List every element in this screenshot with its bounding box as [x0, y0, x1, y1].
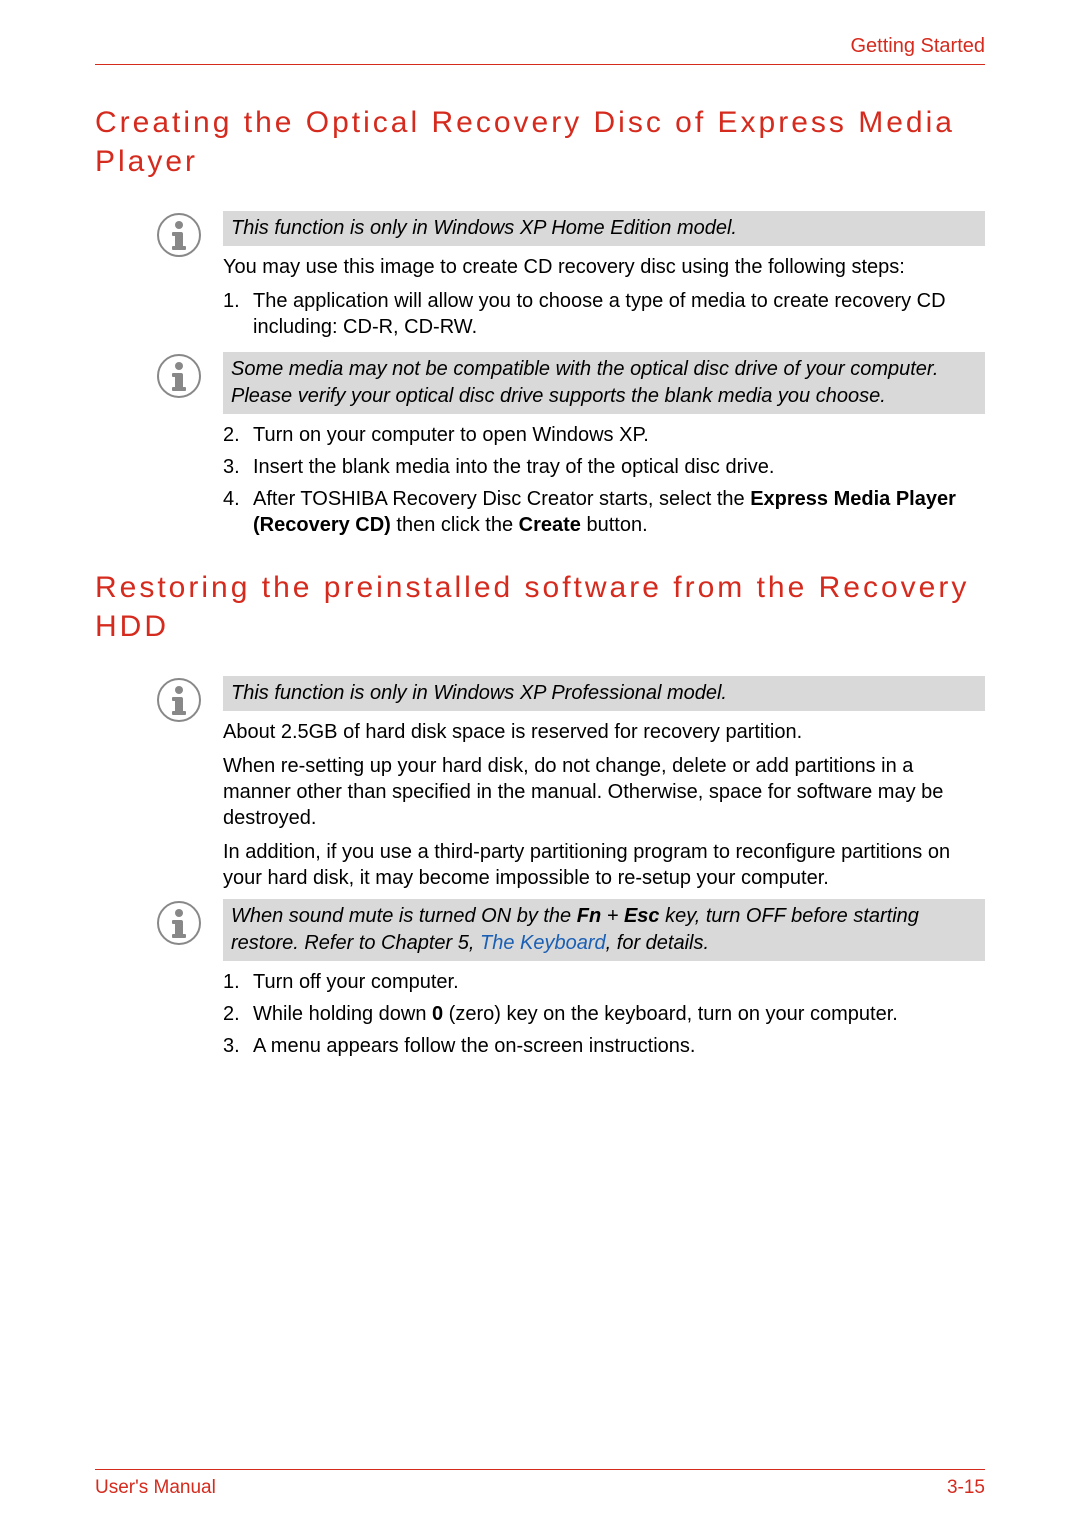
text-bold: Create: [519, 514, 581, 536]
section2-note1: This function is only in Windows XP Prof…: [223, 676, 985, 711]
list-item: 2. While holding down 0 (zero) key on th…: [223, 1001, 985, 1027]
info-icon: [157, 213, 201, 257]
section2-note1-text: This function is only in Windows XP Prof…: [231, 682, 727, 704]
text-frag: button.: [581, 514, 648, 536]
list-item: 2. Turn on your computer to open Windows…: [223, 422, 985, 448]
list-marker: 2.: [223, 1001, 240, 1027]
footer-right: 3-15: [947, 1477, 985, 1499]
info-icon: [157, 678, 201, 722]
text-bold: 0: [432, 1003, 443, 1025]
text-frag: While holding down: [253, 1003, 432, 1025]
keyboard-link[interactable]: The Keyboard: [480, 932, 606, 954]
text-ital: When sound mute is turned ON by the: [231, 905, 577, 927]
list-text: The application will allow you to choose…: [253, 290, 946, 338]
section1-heading: Creating the Optical Recovery Disc of Ex…: [95, 103, 985, 181]
list-item: 1. The application will allow you to cho…: [223, 288, 985, 340]
section1-steps-b: 2. Turn on your computer to open Windows…: [223, 422, 985, 538]
list-marker: 3.: [223, 454, 240, 480]
text-bold: Fn: [577, 905, 601, 927]
section1-note1-text: This function is only in Windows XP Home…: [231, 217, 737, 239]
section2-note2: When sound mute is turned ON by the Fn +…: [223, 899, 985, 961]
list-text: While holding down 0 (zero) key on the k…: [253, 1003, 898, 1025]
section2-p2: When re-setting up your hard disk, do no…: [223, 753, 985, 831]
text-frag: then click the: [391, 514, 519, 536]
list-item: 3. A menu appears follow the on-screen i…: [223, 1033, 985, 1059]
list-marker: 1.: [223, 288, 240, 314]
list-text: Insert the blank media into the tray of …: [253, 456, 774, 478]
section2-heading: Restoring the preinstalled software from…: [95, 568, 985, 646]
section1-note1: This function is only in Windows XP Home…: [223, 211, 985, 246]
list-marker: 4.: [223, 486, 240, 512]
section1-intro: You may use this image to create CD reco…: [223, 254, 985, 280]
text-bold: Esc: [624, 905, 660, 927]
list-marker: 1.: [223, 969, 240, 995]
list-item: 4. After TOSHIBA Recovery Disc Creator s…: [223, 486, 985, 538]
text-ital: +: [601, 905, 624, 927]
section2-p3: In addition, if you use a third-party pa…: [223, 839, 985, 891]
text-frag: (zero) key on the keyboard, turn on your…: [443, 1003, 898, 1025]
list-text: Turn on your computer to open Windows XP…: [253, 424, 649, 446]
list-text: After TOSHIBA Recovery Disc Creator star…: [253, 488, 956, 536]
section1-note2-text: Some media may not be compatible with th…: [231, 358, 938, 407]
text-frag: After TOSHIBA Recovery Disc Creator star…: [253, 488, 750, 510]
list-marker: 3.: [223, 1033, 240, 1059]
list-text: A menu appears follow the on-screen inst…: [253, 1035, 695, 1057]
list-text: Turn off your computer.: [253, 971, 459, 993]
list-item: 1. Turn off your computer.: [223, 969, 985, 995]
info-icon: [157, 901, 201, 945]
page-footer: User's Manual 3-15: [95, 1469, 985, 1499]
section2-p1: About 2.5GB of hard disk space is reserv…: [223, 719, 985, 745]
footer-left: User's Manual: [95, 1477, 216, 1499]
section1-note2: Some media may not be compatible with th…: [223, 352, 985, 414]
section2-steps: 1. Turn off your computer. 2. While hold…: [223, 969, 985, 1059]
chapter-label: Getting Started: [95, 35, 985, 65]
text-ital: , for details.: [606, 932, 709, 954]
list-marker: 2.: [223, 422, 240, 448]
section1-steps-a: 1. The application will allow you to cho…: [223, 288, 985, 340]
list-item: 3. Insert the blank media into the tray …: [223, 454, 985, 480]
info-icon: [157, 354, 201, 398]
